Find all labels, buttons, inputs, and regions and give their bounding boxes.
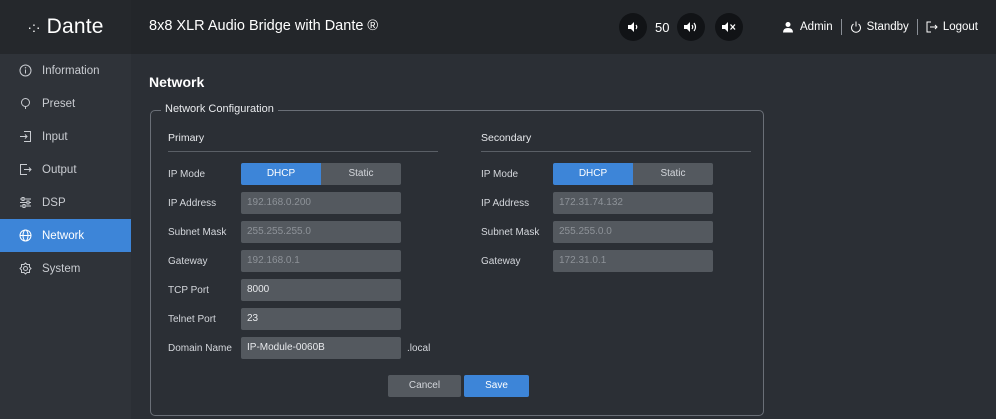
secondary-gateway-field[interactable]: 172.31.0.1 <box>553 250 713 272</box>
sliders-icon <box>18 196 32 210</box>
sidebar-item-information[interactable]: Information <box>0 54 131 87</box>
secondary-dhcp-option[interactable]: DHCP <box>553 163 633 185</box>
dante-logo-icon: ·:· <box>27 19 41 35</box>
primary-gateway-field[interactable]: 192.168.0.1 <box>241 250 401 272</box>
divider <box>840 19 842 35</box>
primary-ip-address-field[interactable]: 192.168.0.200 <box>241 192 401 214</box>
sidebar-item-label: Output <box>42 163 77 176</box>
main-content: Network Network Configuration Primary IP… <box>131 54 996 419</box>
sidebar-item-label: Preset <box>42 97 76 110</box>
sidebar-nav: Information Preset Input Output DSP Netw… <box>0 54 131 285</box>
globe-icon <box>18 229 32 243</box>
sidebar-item-network[interactable]: Network <box>0 219 131 252</box>
user-area: Admin Standby Logout <box>782 19 978 35</box>
pin-icon <box>18 97 32 111</box>
primary-ip-address-label: IP Address <box>168 198 217 209</box>
app-title: 8x8 XLR Audio Bridge with Dante ® <box>149 18 379 34</box>
sidebar-item-input[interactable]: Input <box>0 120 131 153</box>
gear-icon <box>18 262 32 276</box>
save-button[interactable]: Save <box>464 375 529 397</box>
sidebar-item-label: Network <box>42 229 85 242</box>
tcp-port-label: TCP Port <box>168 285 209 296</box>
page-title: Network <box>149 74 205 90</box>
tcp-port-field[interactable]: 8000 <box>241 279 401 301</box>
sidebar-item-output[interactable]: Output <box>0 153 131 186</box>
logout-button[interactable]: Logout <box>943 21 978 33</box>
secondary-gateway-label: Gateway <box>481 256 521 267</box>
sidebar-item-label: Information <box>42 64 100 77</box>
sidebar: ·:· Dante Information Preset Input Outpu… <box>0 0 131 419</box>
primary-ip-mode-label: IP Mode <box>168 169 206 180</box>
secondary-title: Secondary <box>481 132 532 144</box>
network-configuration-panel: Network Configuration Primary IP Mode DH… <box>150 103 764 416</box>
output-icon <box>18 163 32 177</box>
primary-subnet-mask-label: Subnet Mask <box>168 227 227 238</box>
standby-button[interactable]: Standby <box>867 21 909 33</box>
telnet-port-label: Telnet Port <box>168 314 216 325</box>
primary-dhcp-option[interactable]: DHCP <box>241 163 321 185</box>
telnet-port-field[interactable]: 23 <box>241 308 401 330</box>
divider <box>916 19 918 35</box>
sidebar-item-system[interactable]: System <box>0 252 131 285</box>
sidebar-item-label: DSP <box>42 196 66 209</box>
volume-up-button[interactable] <box>677 13 706 41</box>
primary-gateway-label: Gateway <box>168 256 208 267</box>
power-icon <box>850 21 861 33</box>
domain-name-label: Domain Name <box>168 343 232 354</box>
primary-divider <box>168 151 438 152</box>
logout-icon <box>926 21 938 33</box>
secondary-subnet-mask-field[interactable]: 255.255.0.0 <box>553 221 713 243</box>
brand-logo: ·:· Dante <box>0 0 131 54</box>
info-icon <box>18 64 32 78</box>
volume-down-icon <box>628 22 638 32</box>
primary-title: Primary <box>168 132 205 144</box>
sidebar-item-preset[interactable]: Preset <box>0 87 131 120</box>
domain-name-field[interactable]: IP-Module-0060B <box>241 337 401 359</box>
brand-name: Dante <box>46 15 104 38</box>
secondary-ip-address-field[interactable]: 172.31.74.132 <box>553 192 713 214</box>
user-icon <box>783 22 793 33</box>
volume-down-button[interactable] <box>619 13 647 41</box>
panel-legend: Network Configuration <box>161 103 278 115</box>
secondary-static-option[interactable]: Static <box>633 163 713 185</box>
input-icon <box>18 130 32 144</box>
cancel-button[interactable]: Cancel <box>388 375 461 397</box>
primary-ip-mode-toggle: DHCP Static <box>241 163 401 185</box>
primary-subnet-mask-field[interactable]: 255.255.255.0 <box>241 221 401 243</box>
secondary-ip-mode-toggle: DHCP Static <box>553 163 713 185</box>
top-bar: 8x8 XLR Audio Bridge with Dante ® 50 Adm… <box>131 0 996 54</box>
volume-control: 50 <box>619 13 744 41</box>
secondary-divider <box>481 151 751 152</box>
mute-icon <box>722 22 736 32</box>
sidebar-item-label: Input <box>42 130 68 143</box>
mute-button[interactable] <box>715 13 744 41</box>
secondary-subnet-mask-label: Subnet Mask <box>481 227 540 238</box>
volume-value: 50 <box>655 19 670 35</box>
volume-up-icon <box>684 22 697 32</box>
sidebar-item-dsp[interactable]: DSP <box>0 186 131 219</box>
secondary-ip-address-label: IP Address <box>481 198 530 209</box>
primary-static-option[interactable]: Static <box>321 163 401 185</box>
domain-suffix: .local <box>407 343 431 354</box>
secondary-ip-mode-label: IP Mode <box>481 169 519 180</box>
user-name[interactable]: Admin <box>800 21 833 33</box>
sidebar-item-label: System <box>42 262 81 275</box>
